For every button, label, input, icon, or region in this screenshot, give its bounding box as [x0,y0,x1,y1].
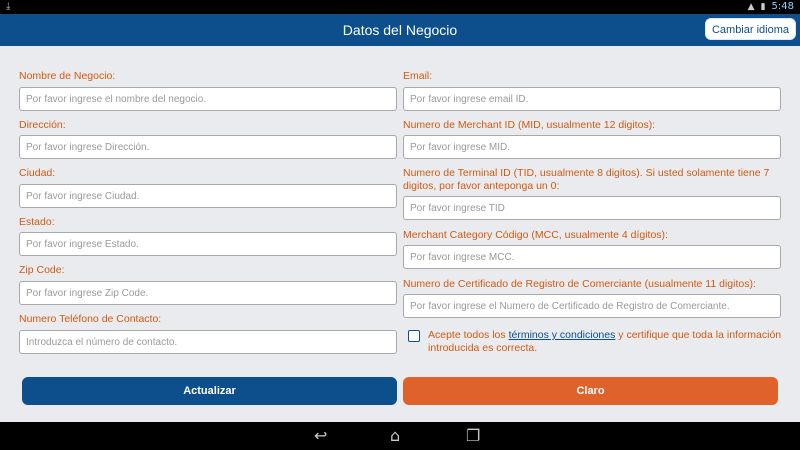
merchant-certificate-label: Numero de Certificado de Registro de Com… [403,278,756,290]
city-field: Ciudad: [19,167,397,208]
email-label: Email: [403,70,433,82]
state-input[interactable] [19,232,397,256]
zip-code-input[interactable] [19,281,397,305]
address-input[interactable] [19,135,397,159]
merchant-id-input[interactable] [403,135,781,159]
business-name-input[interactable] [19,87,397,111]
app-bar: Datos del Negocio Cambiar idioma [0,14,800,46]
business-form: Nombre de Negocio: Dirección: Ciudad: Es… [0,46,800,422]
mcc-field: Merchant Category Código (MCC, usualment… [403,229,781,269]
address-label: Dirección: [19,119,66,131]
recents-icon[interactable]: ❐ [466,428,480,444]
state-label: Estado: [19,216,55,228]
city-input[interactable] [19,184,397,208]
merchant-id-label: Numero de Merchant ID (MID, usualmente 1… [403,119,656,131]
address-field: Dirección: [19,119,397,159]
page-title: Datos del Negocio [342,22,458,38]
clear-button[interactable]: Claro [403,377,778,405]
back-icon[interactable]: ↩ [314,428,327,444]
terminal-id-label: Numero de Terminal ID (TID, usualmente 8… [403,167,770,192]
city-label: Ciudad: [19,167,56,179]
terms-row: Acepte todos los términos y condiciones … [408,329,786,355]
contact-phone-field: Numero Teléfono de Contacto: [19,313,397,354]
merchant-certificate-input[interactable] [403,294,781,318]
zip-code-label: Zip Code: [19,264,65,276]
battery-icon: ▮ [760,2,766,12]
update-button[interactable]: Actualizar [22,377,397,405]
signal-icon: ▲ [747,2,755,12]
terms-link[interactable]: términos y condiciones [509,329,616,341]
terms-checkbox[interactable] [408,330,420,342]
status-time: 5:48 [771,1,794,12]
mcc-label: Merchant Category Código (MCC, usualment… [403,229,668,241]
status-bar: ⤓ ▲ ▮ 5:48 [0,0,800,14]
merchant-certificate-field: Numero de Certificado de Registro de Com… [403,278,781,318]
download-icon: ⤓ [6,1,11,12]
state-field: Estado: [19,216,397,256]
status-right: ▲ ▮ 5:48 [748,0,794,14]
mcc-input[interactable] [403,245,781,269]
contact-phone-input[interactable] [19,330,397,354]
change-language-button[interactable]: Cambiar idioma [704,18,796,40]
home-icon[interactable]: ⌂ [390,428,400,444]
contact-phone-label: Numero Teléfono de Contacto: [19,313,162,325]
navigation-bar: ↩ ⌂ ❐ [0,422,800,450]
email-input[interactable] [403,87,781,111]
zip-code-field: Zip Code: [19,264,397,305]
business-name-label: Nombre de Negocio: [19,70,116,82]
merchant-id-field: Numero de Merchant ID (MID, usualmente 1… [403,119,781,159]
email-field: Email: [403,70,781,111]
business-name-field: Nombre de Negocio: [19,70,397,111]
terms-prefix: Acepte todos los [428,329,509,341]
terms-text: Acepte todos los términos y condiciones … [428,329,786,355]
terminal-id-field: Numero de Terminal ID (TID, usualmente 8… [403,167,781,220]
terminal-id-input[interactable] [403,196,781,220]
